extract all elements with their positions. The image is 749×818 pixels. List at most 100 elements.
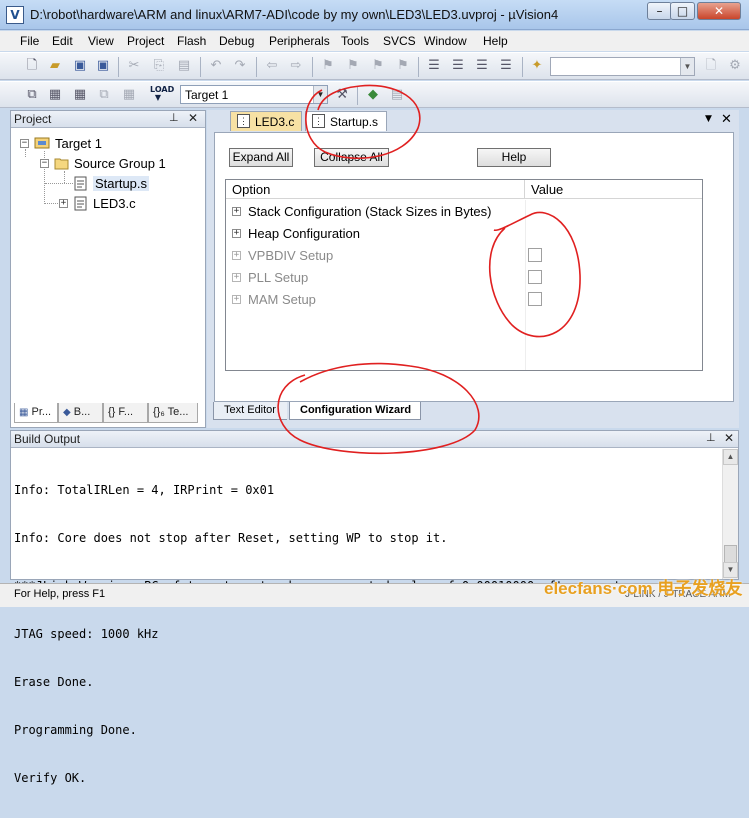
scroll-thumb[interactable] (724, 545, 737, 563)
chevron-down-icon[interactable]: ▼ (313, 86, 327, 103)
menu-view[interactable]: View (88, 34, 114, 48)
more-tools-icon[interactable]: ⚙ (727, 58, 743, 74)
expand-option-toggle[interactable]: + (232, 207, 241, 216)
build-line: Programming Done. (14, 723, 137, 737)
tab-templates[interactable]: {}₆ Te... (148, 403, 198, 423)
scroll-up-icon[interactable]: ▲ (723, 449, 738, 465)
expand-option-toggle[interactable]: + (232, 273, 241, 282)
menu-svcs[interactable]: SVCS (383, 34, 416, 48)
expand-option-toggle[interactable]: + (232, 229, 241, 238)
menu-debug[interactable]: Debug (219, 34, 254, 48)
option-label: Heap Configuration (248, 226, 361, 241)
mam-checkbox[interactable] (528, 292, 542, 306)
build-line: Info: Core does not stop after Reset, se… (14, 531, 448, 545)
build-output-header: Build Output ⊥ ✕ (11, 431, 738, 448)
tab-configuration-wizard[interactable]: Configuration Wizard (289, 402, 421, 420)
translate-icon[interactable]: ⧉ (24, 87, 40, 103)
open-folder-icon[interactable]: ▰ (47, 58, 63, 74)
collapse-all-button[interactable]: Collapse All (314, 148, 389, 167)
indent-icon[interactable]: ☰ (426, 58, 442, 74)
save-all-icon[interactable]: ▣ (95, 58, 111, 74)
tree-file-startup[interactable]: Startup.s (93, 176, 150, 191)
file-tab-icon: ⋮ (237, 114, 250, 128)
close-tab-icon[interactable]: ✕ (721, 112, 732, 127)
menu-project[interactable]: Project (127, 34, 164, 48)
bookmark-prev-icon[interactable]: ⚑ (345, 58, 361, 74)
find-in-files-icon[interactable]: ✦ (529, 58, 545, 74)
tab-functions[interactable]: {} F... (103, 403, 148, 423)
tab-books[interactable]: ◆ B... (58, 403, 103, 423)
option-label: VPBDIV Setup (248, 248, 334, 263)
tab-project[interactable]: ▦ Pr... (14, 403, 58, 423)
target-select[interactable]: Target 1 ▼ (180, 85, 328, 104)
save-icon[interactable]: ▣ (72, 58, 88, 74)
close-icon[interactable]: ✕ (188, 111, 198, 125)
menu-peripherals[interactable]: Peripherals (269, 34, 330, 48)
vpbdiv-checkbox[interactable] (528, 248, 542, 262)
menu-edit[interactable]: Edit (52, 34, 73, 48)
expand-all-button[interactable]: Expand All (229, 148, 293, 167)
find-combo[interactable]: ▼ (550, 57, 695, 76)
menu-flash[interactable]: Flash (177, 34, 206, 48)
tab-list-chevron-icon[interactable]: ▼ (705, 114, 712, 124)
pll-checkbox[interactable] (528, 270, 542, 284)
bookmark-icon[interactable]: ⚑ (320, 58, 336, 74)
option-label: MAM Setup (248, 292, 316, 307)
pin-icon[interactable]: ⊥ (169, 111, 179, 124)
title-bar: V D:\robot\hardware\ARM and linux\ARM7-A… (0, 0, 749, 30)
maximize-button[interactable]: □ (670, 2, 695, 20)
batch-build-icon[interactable]: ⧉ (96, 87, 112, 103)
vertical-scrollbar[interactable]: ▲ ▼ (722, 449, 738, 579)
nav-back-icon[interactable]: ⇦ (264, 58, 280, 74)
find-icon[interactable]: 🗋 (703, 58, 719, 74)
select-packs-icon[interactable]: ▤ (389, 87, 405, 103)
expand-option-toggle[interactable]: + (232, 295, 241, 304)
unindent-icon[interactable]: ☰ (450, 58, 466, 74)
column-option[interactable]: Option (226, 180, 525, 199)
rebuild-icon[interactable]: ▦ (72, 87, 88, 103)
project-panel: Project ⊥ ✕ − Target 1 − Source Group 1 … (10, 110, 206, 428)
menu-tools[interactable]: Tools (341, 34, 369, 48)
build-toolbar: ⧉ ▦ ▦ ⧉ ▦ LOAD ▼ Target 1 ▼ ⚒ ◆ ▤ (0, 81, 749, 108)
tab-startup-s[interactable]: ⋮ Startup.s (305, 111, 387, 131)
target-select-value: Target 1 (185, 88, 229, 102)
tree-target[interactable]: Target 1 (55, 136, 102, 151)
nav-forward-icon[interactable]: ⇨ (288, 58, 304, 74)
close-icon[interactable]: ✕ (724, 431, 734, 445)
help-button[interactable]: Help (477, 148, 551, 167)
expand-option-toggle[interactable]: + (232, 251, 241, 260)
bookmark-clear-icon[interactable]: ⚑ (395, 58, 411, 74)
tree-file-led3[interactable]: LED3.c (93, 196, 136, 211)
expand-target-toggle[interactable]: − (20, 139, 29, 148)
comment-icon[interactable]: ☰ (474, 58, 490, 74)
redo-icon[interactable]: ↷ (232, 58, 248, 74)
load-download-icon[interactable]: LOAD ▼ (150, 86, 174, 102)
paste-icon[interactable]: ▤ (176, 58, 192, 74)
tab-led3-c[interactable]: ⋮ LED3.c (230, 111, 302, 131)
chevron-down-icon[interactable]: ▼ (680, 58, 694, 75)
column-value[interactable]: Value (525, 180, 702, 199)
new-file-icon[interactable]: 🗋 (24, 58, 40, 74)
build-output-panel: Build Output ⊥ ✕ Info: TotalIRLen = 4, I… (10, 430, 739, 785)
tree-source-group[interactable]: Source Group 1 (74, 156, 166, 171)
undo-icon[interactable]: ↶ (208, 58, 224, 74)
cut-icon[interactable]: ✂ (126, 58, 142, 74)
menu-window[interactable]: Window (424, 34, 467, 48)
project-tab-icon: ▦ (19, 407, 29, 418)
manage-components-icon[interactable]: ◆ (365, 87, 381, 103)
build-icon[interactable]: ▦ (47, 87, 63, 103)
tab-text-editor[interactable]: Text Editor (213, 402, 287, 420)
pin-icon[interactable]: ⊥ (706, 431, 716, 444)
stop-build-icon[interactable]: ▦ (121, 87, 137, 103)
bookmark-next-icon[interactable]: ⚑ (370, 58, 386, 74)
uvision-app-icon: V (6, 6, 24, 24)
expand-file-toggle[interactable]: + (59, 199, 68, 208)
close-window-button[interactable]: ✕ (697, 2, 741, 20)
uncomment-icon[interactable]: ☰ (498, 58, 514, 74)
menu-file[interactable]: File (20, 34, 39, 48)
expand-group-toggle[interactable]: − (40, 159, 49, 168)
copy-icon[interactable]: ⎘ (151, 58, 167, 74)
minimize-button[interactable]: – (647, 2, 672, 20)
menu-help[interactable]: Help (483, 34, 508, 48)
target-options-icon[interactable]: ⚒ (334, 87, 350, 103)
